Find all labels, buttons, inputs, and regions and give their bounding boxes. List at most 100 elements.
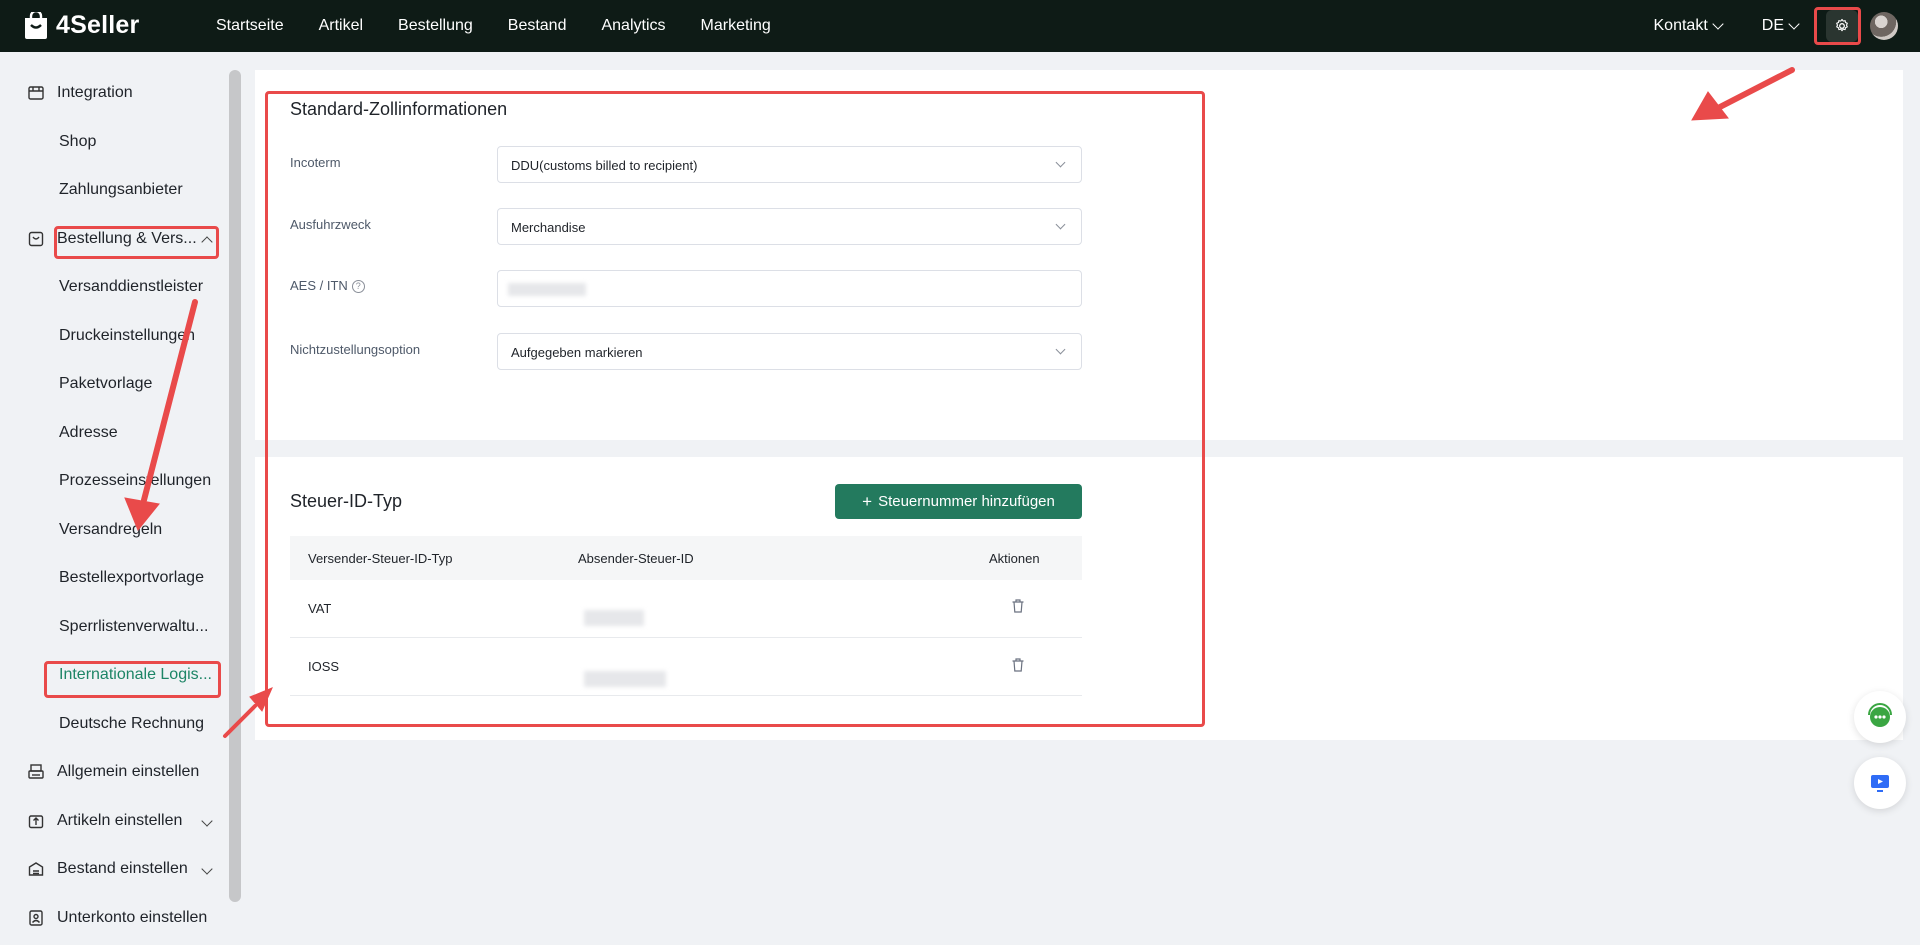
nondelivery-select[interactable]: Aufgegeben markieren <box>497 333 1082 370</box>
add-tax-number-button[interactable]: + Steuernummer hinzufügen <box>835 484 1082 519</box>
language-dropdown[interactable]: DE <box>1761 17 1800 35</box>
sidebar-item-artikeln[interactable]: Artikeln einstellen <box>0 797 230 845</box>
settings-sidebar: Integration Shop Zahlungsanbieter Bestel… <box>0 52 244 945</box>
sidebar-item-bestellexportvorlage[interactable]: Bestellexportvorlage <box>0 554 230 602</box>
nav-bestand[interactable]: Bestand <box>508 17 567 35</box>
store-icon <box>28 86 44 100</box>
sidebar-item-label: Shop <box>59 133 97 150</box>
nav-analytics[interactable]: Analytics <box>601 17 665 35</box>
settings-button[interactable] <box>1826 10 1858 42</box>
chevron-up-icon <box>201 236 213 248</box>
table-row: VAT <box>290 580 1082 638</box>
sidebar-item-bestand[interactable]: Bestand einstellen <box>0 845 230 893</box>
sidebar-item-label: Integration <box>57 84 133 101</box>
redacted-value <box>584 610 644 626</box>
sidebar-item-adresse[interactable]: Adresse <box>0 409 230 457</box>
sidebar-item-label: Sperrlistenverwaltu... <box>59 618 209 635</box>
user-badge-icon <box>29 910 43 926</box>
incoterm-label: Incoterm <box>290 155 341 170</box>
purpose-value: Merchandise <box>511 220 586 235</box>
sidebar-item-versanddienstleister[interactable]: Versanddienstleister <box>0 263 230 311</box>
column-header-type: Versender-Steuer-ID-Typ <box>308 550 453 566</box>
chevron-down-icon <box>1055 344 1066 355</box>
sidebar-scrollbar[interactable] <box>229 70 241 902</box>
header-right: Kontakt DE <box>1654 0 1920 52</box>
redacted-value <box>584 671 666 687</box>
redacted-value <box>508 283 586 296</box>
sidebar-item-sperrlistenverwaltung[interactable]: Sperrlistenverwaltu... <box>0 603 230 651</box>
video-tutorial-button[interactable] <box>1854 757 1906 809</box>
nav-bestellung[interactable]: Bestellung <box>398 17 473 35</box>
user-avatar[interactable] <box>1870 12 1898 40</box>
sidebar-item-label: Unterkonto einstellen <box>57 909 208 926</box>
sidebar-item-label: Zahlungsanbieter <box>59 181 183 198</box>
gear-icon <box>1836 18 1848 32</box>
sidebar-item-versandregeln[interactable]: Versandregeln <box>0 506 230 554</box>
contact-dropdown[interactable]: Kontakt <box>1653 17 1724 35</box>
plus-icon: + <box>862 492 873 511</box>
order-icon <box>28 231 44 247</box>
nav-artikel[interactable]: Artikel <box>319 17 363 35</box>
customs-section-title: Standard-Zollinformationen <box>290 99 508 119</box>
delete-icon[interactable] <box>1010 657 1026 673</box>
aes-itn-text: AES / ITN <box>290 278 348 293</box>
incoterm-select[interactable]: DDU(customs billed to recipient) <box>497 146 1082 183</box>
tax-type-cell: VAT <box>308 601 332 616</box>
sidebar-item-allgemein[interactable]: Allgemein einstellen <box>0 748 230 796</box>
customs-info-card <box>255 70 1903 440</box>
nav-startseite[interactable]: Startseite <box>216 17 284 35</box>
app-logo[interactable]: 4Seller <box>22 11 139 40</box>
sidebar-item-label: Bestellung & Vers... <box>57 230 197 247</box>
chevron-down-icon <box>1055 157 1066 168</box>
sidebar-item-label: Bestand einstellen <box>57 860 188 877</box>
sidebar-item-label: Bestellexportvorlage <box>59 569 204 586</box>
nondelivery-label: Nichtzustellungsoption <box>290 342 421 357</box>
sidebar-item-bestellung-versand[interactable]: Bestellung & Vers... <box>0 215 230 263</box>
monitor-play-icon <box>1871 775 1889 792</box>
chevron-down-icon <box>1712 18 1724 30</box>
nav-marketing[interactable]: Marketing <box>701 17 771 35</box>
support-chat-button[interactable] <box>1854 691 1906 743</box>
upload-box-icon <box>28 815 44 829</box>
tax-id-table: Versender-Steuer-ID-Typ Absender-Steuer-… <box>290 536 1082 696</box>
chevron-down-icon <box>201 815 213 827</box>
tax-type-cell: IOSS <box>308 659 340 674</box>
column-header-sender-id: Absender-Steuer-ID <box>578 550 694 566</box>
sidebar-item-label: Paketvorlage <box>59 375 153 392</box>
sidebar-item-label: Versandregeln <box>59 521 163 538</box>
language-label: DE <box>1761 17 1784 34</box>
purpose-select[interactable]: Merchandise <box>497 208 1082 245</box>
column-header-actions: Aktionen <box>989 550 1040 566</box>
sidebar-item-druckeinstellungen[interactable]: Druckeinstellungen <box>0 312 230 360</box>
sidebar-item-label: Deutsche Rechnung <box>59 715 204 732</box>
sidebar-item-deutsche-rechnung[interactable]: Deutsche Rechnung <box>0 700 230 748</box>
chevron-down-icon <box>201 863 213 875</box>
add-tax-number-label: Steuernummer hinzufügen <box>878 493 1055 510</box>
top-navigation-bar: 4Seller Startseite Artikel Bestellung Be… <box>0 0 1920 52</box>
delete-icon[interactable] <box>1010 598 1026 614</box>
contact-label: Kontakt <box>1653 17 1708 34</box>
sidebar-item-label: Versanddienstleister <box>59 278 204 295</box>
sidebar-item-internationale-logistik[interactable]: Internationale Logis... <box>0 651 230 699</box>
sidebar-item-zahlungsanbieter[interactable]: Zahlungsanbieter <box>0 166 230 214</box>
sidebar-item-unterkonto[interactable]: Unterkonto einstellen <box>0 894 230 942</box>
aes-itn-input[interactable] <box>497 270 1082 307</box>
tax-section-title: Steuer-ID-Typ <box>290 491 403 511</box>
help-icon[interactable]: ? <box>351 280 365 293</box>
chevron-down-icon <box>1788 18 1800 30</box>
chat-icon <box>1868 703 1892 727</box>
table-row: IOSS <box>290 638 1082 696</box>
sidebar-item-label: Artikeln einstellen <box>57 812 183 829</box>
table-header: Versender-Steuer-ID-Typ Absender-Steuer-… <box>290 536 1082 580</box>
sidebar-item-shop[interactable]: Shop <box>0 118 230 166</box>
printer-icon <box>28 764 44 779</box>
nondelivery-value: Aufgegeben markieren <box>511 345 643 360</box>
sidebar-item-prozesseinstellungen[interactable]: Prozesseinstellungen <box>0 457 230 505</box>
sidebar-item-label: Druckeinstellungen <box>59 327 196 344</box>
app-name: 4Seller <box>56 11 140 39</box>
sidebar-item-paketvorlage[interactable]: Paketvorlage <box>0 360 230 408</box>
sidebar-item-label: Allgemein einstellen <box>57 763 200 780</box>
sidebar-item-label: Prozesseinstellungen <box>59 472 212 489</box>
aes-itn-label: AES / ITN? <box>290 278 365 293</box>
sidebar-item-integration[interactable]: Integration <box>0 69 230 117</box>
